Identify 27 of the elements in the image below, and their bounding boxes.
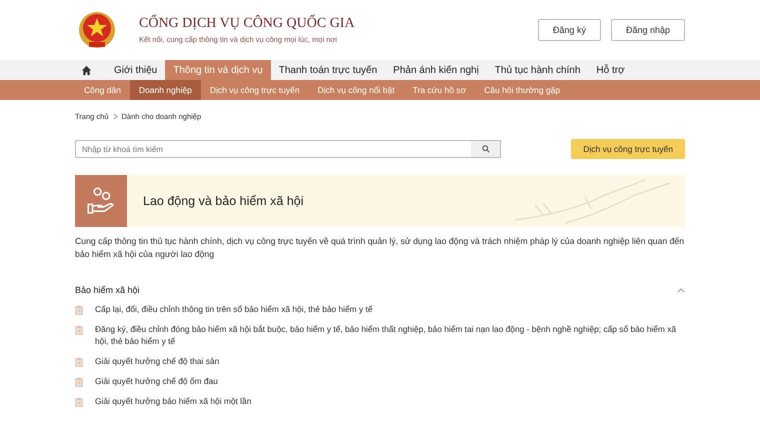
online-service-button[interactable]: Dịch vụ công trực tuyến [571,139,685,159]
procedure-link[interactable]: Đăng ký, điều chỉnh đóng bảo hiểm xã hội bắt buộc, bảo hiểm y tế, bảo hiểm thất nghiệp, bảo hiểm tai nạn lao động - bệnh nghề nghiệp; cấp sổ bảo hiểm xã hội, thẻ bảo hiểm y tế [95,323,685,347]
auth-button[interactable]: Đăng nhập [610,19,685,41]
nav-tab[interactable]: Phản ánh kiến nghị [385,60,487,80]
nav-tab[interactable]: Thủ tục hành chính [486,60,588,80]
clipboard-icon [75,325,83,335]
topic-title: Lao động và bảo hiểm xã hội [143,194,304,208]
emblem-logo [77,9,117,51]
nav-tab[interactable]: Hỗ trợ [588,60,633,80]
section-title: Bảo hiểm xã hội [75,285,140,295]
nav-tab[interactable]: Thanh toán trực tuyến [270,60,386,80]
clipboard-icon [75,397,83,407]
clipboard-icon [75,377,83,387]
procedure-link[interactable]: Giải quyết hưởng chế độ thai sản [95,355,220,367]
chevron-icon[interactable] [677,288,685,292]
auth-button[interactable]: Đăng ký [538,19,601,41]
topic-description: Cung cấp thông tin thủ tục hành chính, dịch vụ công trực tuyến về quá trình quản lý, sử dụng lao động và trách nhiệm pháp lý của doanh nghiệp liên quan đến bảo hiểm xã hội của người lao động [75,235,685,260]
sub-nav-tab[interactable]: Doanh nghiệp [130,80,201,100]
site-title: CỔNG DỊCH VỤ CÔNG QUỐC GIA [139,16,356,32]
procedure-link[interactable]: Giải quyết hưởng chế độ ốm đau [95,375,218,387]
breadcrumb-separator-icon [112,112,118,120]
nav-tab[interactable]: Giới thiệu [106,60,166,80]
procedure-link[interactable]: Cấp lại, đổi, điều chỉnh thông tin trên sổ bảo hiểm xã hội, thẻ bảo hiểm y tế [95,303,372,315]
clipboard-icon [75,357,83,367]
procedure-link[interactable]: Giải quyết hưởng bảo hiểm xã hội một lần [95,395,252,407]
clipboard-icon [75,305,83,315]
home-icon[interactable] [81,64,92,76]
